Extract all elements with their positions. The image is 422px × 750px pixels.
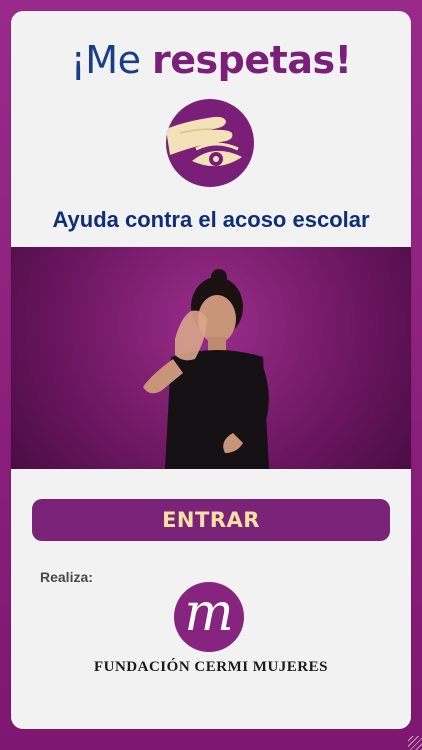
made-by-label: Realiza:	[40, 569, 93, 585]
cermi-logo-letter: m	[184, 583, 234, 643]
sign-language-video[interactable]	[11, 247, 411, 469]
organization-name: FUNDACIÓN CERMI MUJERES	[93, 659, 328, 675]
app-title: ¡Me respetas!	[11, 37, 411, 83]
app-card: ¡Me respetas! Ayuda contra el acoso esco…	[11, 11, 411, 729]
app-title-part2: respetas!	[152, 38, 352, 82]
enter-button[interactable]: ENTRAR	[32, 499, 390, 541]
app-title-part1: ¡Me	[70, 38, 153, 82]
resize-grip-icon	[408, 736, 422, 750]
app-subtitle: Ayuda contra el acoso escolar	[52, 207, 370, 232]
cermi-mujeres-logo-icon: m	[174, 582, 244, 652]
hand-eye-logo-icon	[166, 99, 254, 187]
